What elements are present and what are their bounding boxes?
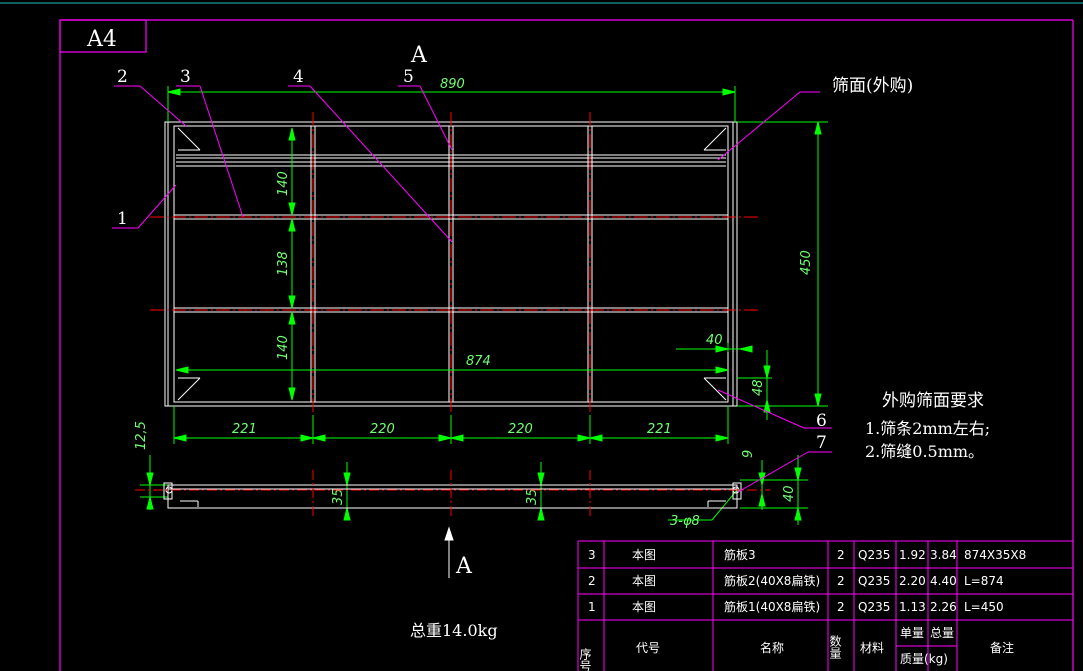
bom-header-mass-unit: 质量(kg) (900, 652, 948, 666)
dim-side-35-a: 35 (331, 488, 346, 505)
part-label-4: 4 (293, 67, 304, 87)
side-view-centerlines (135, 470, 770, 518)
requirements-title: 外购筛面要求 (882, 391, 984, 411)
part-label-7: 7 (816, 433, 827, 453)
bom-header-total-mass: 总量 (930, 626, 954, 640)
bom-r1-remark: L=450 (964, 600, 1004, 614)
bom-r3-code: 本图 (632, 548, 656, 562)
dim-col-2: 220 (370, 422, 395, 437)
part-label-2: 2 (117, 67, 128, 87)
bom-r1-total-mass: 2.26 (930, 600, 957, 614)
bom-header-qty: 数量 (828, 634, 842, 659)
bom-header-name: 名称 (760, 640, 784, 655)
part-label-3: 3 (180, 67, 191, 87)
bom-r2-code: 本图 (632, 574, 656, 588)
dim-col-4: 221 (647, 422, 672, 437)
bom-r3-total-mass: 3.84 (930, 548, 957, 562)
part-label-6: 6 (816, 411, 827, 431)
bom-r3-material: Q235 (858, 548, 890, 562)
dim-inner-width: 874 (466, 354, 491, 369)
section-marker-bottom: A (455, 554, 473, 579)
screen-note: 筛面(外购) (832, 76, 913, 96)
bom-r2-seq: 2 (588, 574, 596, 588)
dim-row-2: 138 (276, 251, 291, 276)
bom-header-seq: 序号 (578, 647, 592, 671)
bom-r1-name: 筋板1(40X8扁铁) (724, 599, 820, 614)
dim-side-9: 9 (741, 450, 756, 458)
bom-r3-qty: 2 (837, 548, 845, 562)
section-marker-top: A (410, 43, 428, 68)
bom-r1-qty: 2 (837, 600, 845, 614)
dim-corner-width: 40 (706, 333, 723, 348)
bom-r2-material: Q235 (858, 574, 890, 588)
bom-r2-name: 筋板2(40X8扁铁) (724, 573, 820, 588)
dim-row-3: 140 (276, 335, 291, 360)
sheet-size-label: A4 (86, 27, 117, 52)
bom-r2-remark: L=874 (964, 574, 1004, 588)
bom-header-code: 代号 (636, 641, 660, 655)
dim-col-3: 220 (508, 422, 533, 437)
dim-side-35-b: 35 (525, 488, 540, 505)
cad-drawing: A4 A A 890 450 140 138 140 874 40 48 221… (0, 2, 1083, 671)
bom-r1-code: 本图 (632, 600, 656, 614)
bom-r3-seq: 3 (588, 548, 596, 562)
part-label-1: 1 (117, 209, 128, 229)
dim-side-12-5: 12,5 (134, 421, 149, 450)
bom-r1-material: Q235 (858, 600, 890, 614)
section-arrow (444, 526, 454, 578)
total-weight: 总重14.0kg (410, 621, 498, 640)
dim-overall-height: 450 (799, 250, 814, 275)
bom-r2-qty: 2 (837, 574, 845, 588)
leader-lines (112, 85, 832, 493)
dim-hole-spec: 3-φ8 (670, 514, 700, 529)
bom-r1-unit-mass: 1.13 (899, 600, 926, 614)
requirement-item-2: 2.筛缝0.5mm。 (865, 442, 984, 461)
dimension-lines (140, 86, 828, 525)
side-view (163, 482, 742, 509)
bom-r3-remark: 874X35X8 (964, 548, 1026, 562)
bom-header-remark: 备注 (990, 640, 1014, 655)
bom-r1-seq: 1 (588, 600, 596, 614)
dim-side-40: 40 (782, 485, 797, 502)
bom-r2-unit-mass: 2.20 (899, 574, 926, 588)
bom-r3-name: 筋板3 (724, 547, 756, 562)
bom-header-material: 材料 (860, 641, 884, 655)
bom-r3-unit-mass: 1.92 (899, 548, 926, 562)
dim-overall-width: 890 (440, 77, 465, 92)
dim-col-1: 221 (232, 422, 257, 437)
requirement-item-1: 1.筛条2mm左右; (865, 419, 990, 438)
bom-header-unit-mass: 单量 (900, 626, 924, 640)
bom-r2-total-mass: 4.40 (930, 574, 957, 588)
dim-row-1: 140 (276, 171, 291, 196)
sheet-frame (0, 2, 1083, 671)
dim-corner-height: 48 (751, 379, 766, 396)
part-label-5: 5 (403, 67, 414, 87)
